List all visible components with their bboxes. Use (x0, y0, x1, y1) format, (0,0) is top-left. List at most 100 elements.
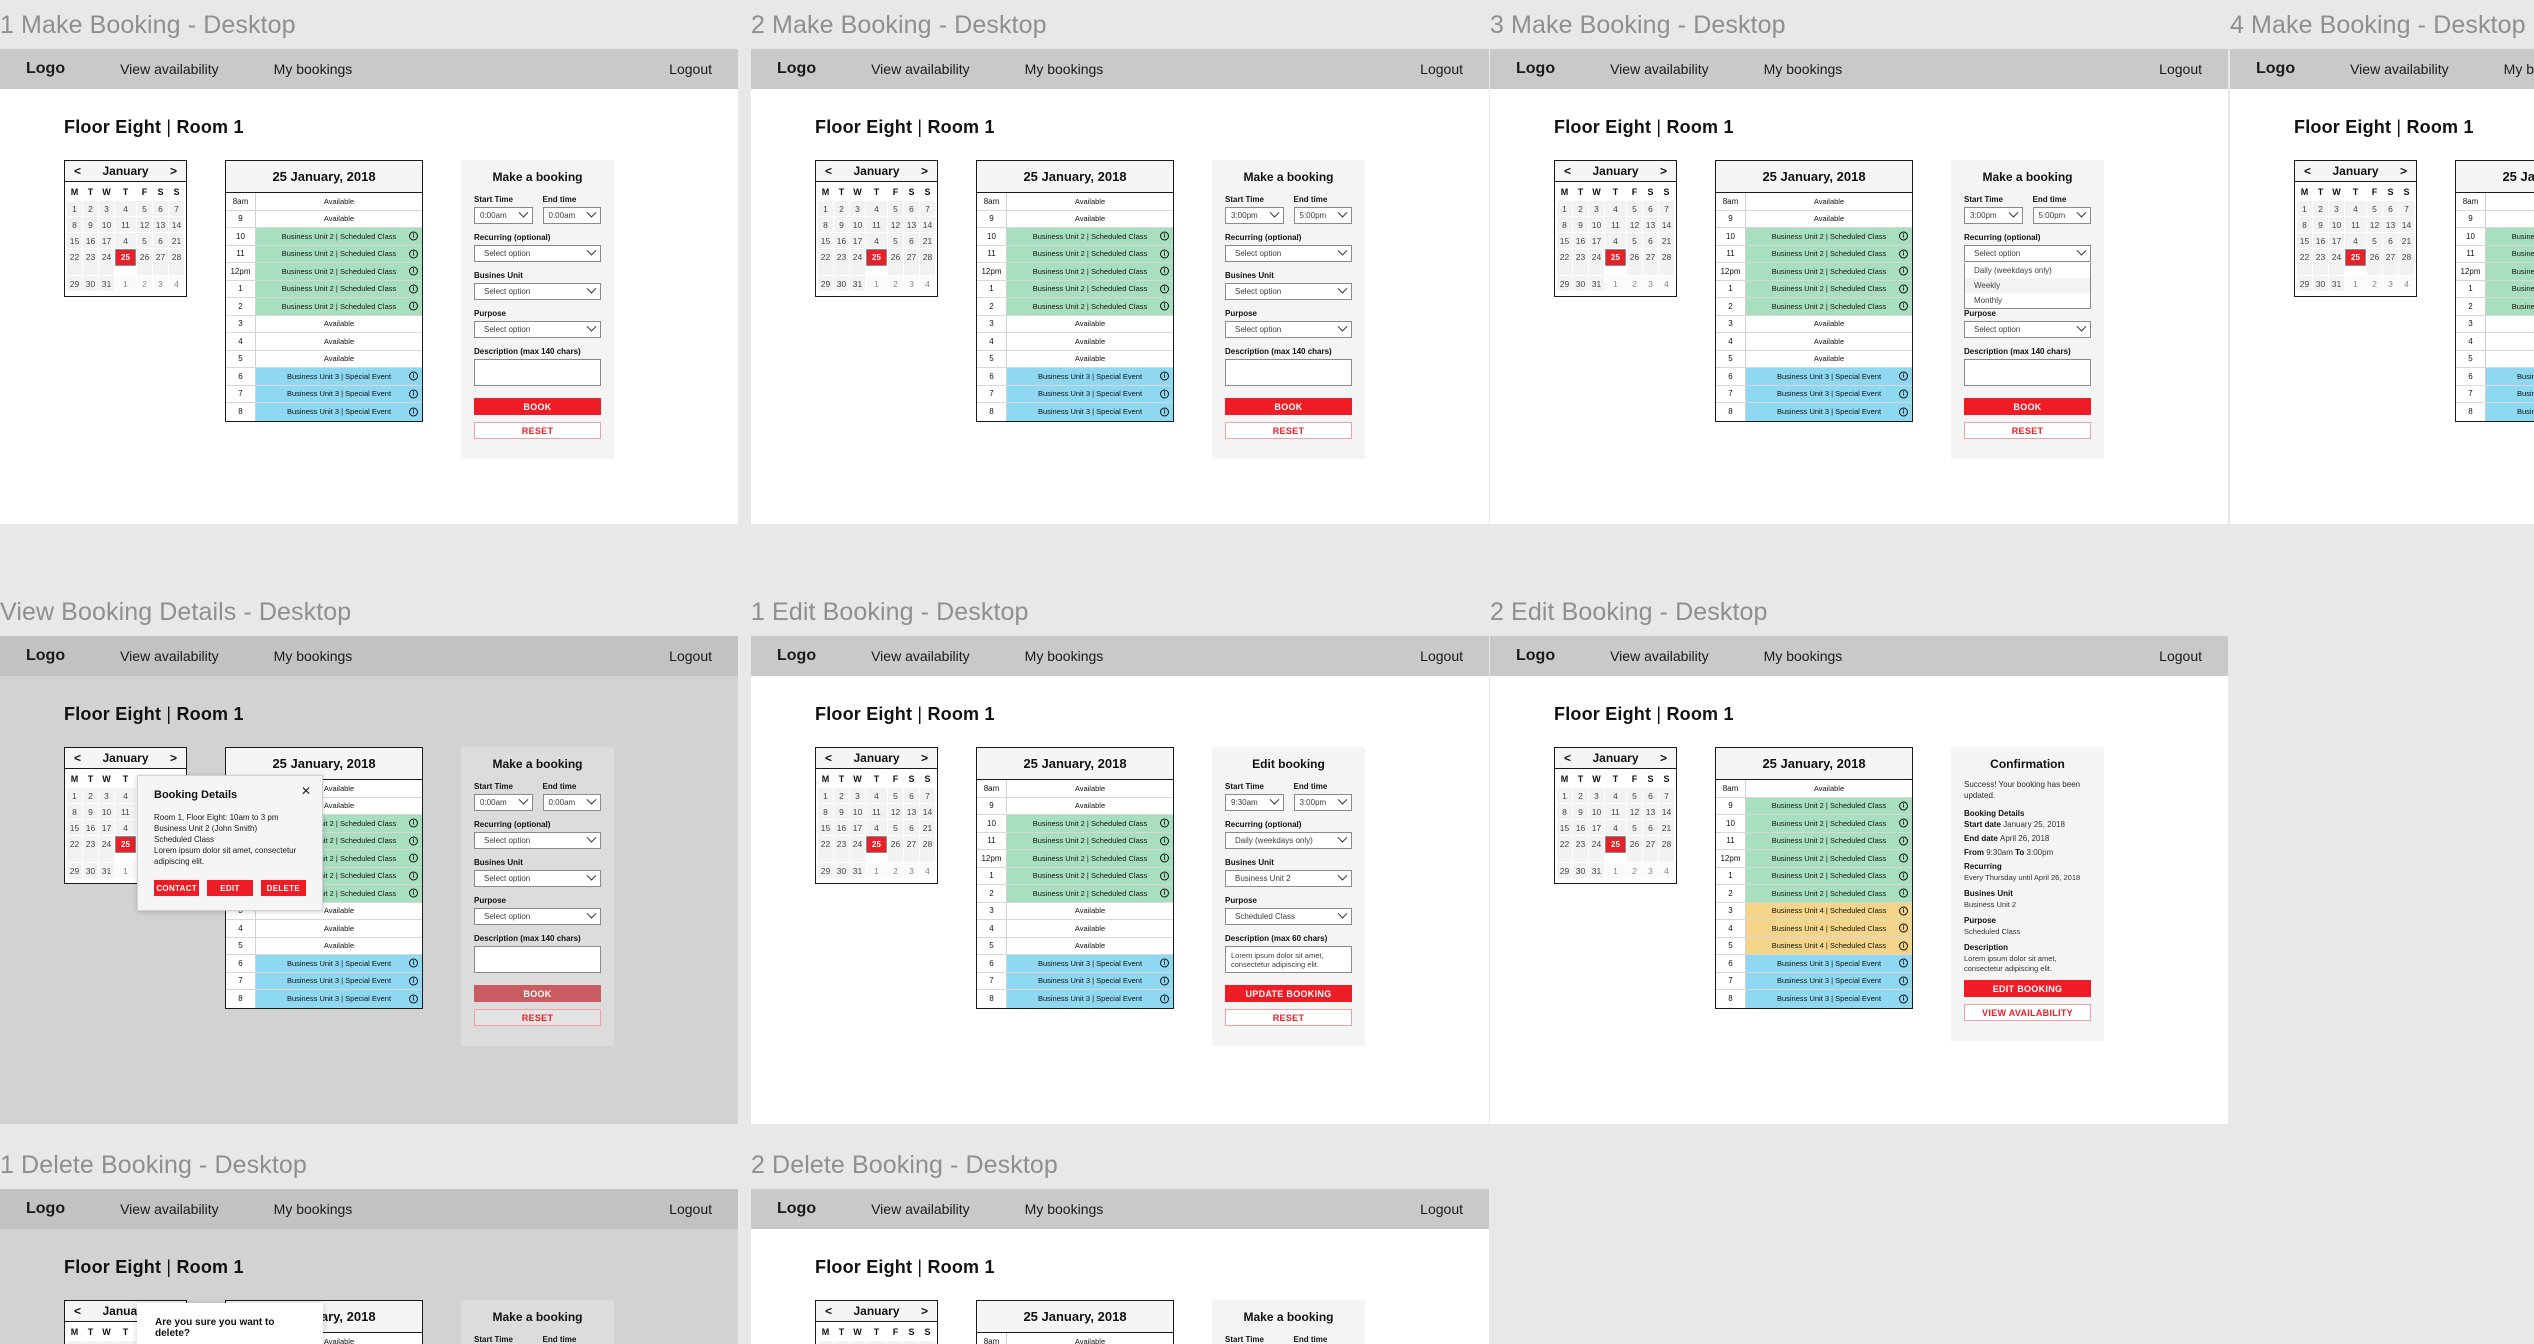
calendar-day[interactable]: 23 (83, 249, 99, 275)
logout-button[interactable]: Logout (669, 648, 712, 664)
calendar-day[interactable]: 15 (67, 233, 83, 248)
calendar-day[interactable]: 4 (919, 863, 935, 878)
business-unit-select[interactable]: Select option (474, 870, 601, 887)
nav-link-my-bookings[interactable]: My bookings (1025, 648, 1104, 664)
info-icon[interactable]: i (1899, 836, 1908, 846)
calendar-day[interactable]: 16 (1573, 233, 1589, 248)
calendar-day[interactable]: 5 (887, 233, 903, 248)
calendar-day[interactable]: 30 (834, 276, 850, 291)
calendar-next-icon[interactable]: > (1660, 751, 1667, 765)
nav-link-my-bookings[interactable]: My bookings (274, 61, 353, 77)
recurring-select[interactable]: Daily (weekdays only) (1225, 832, 1352, 849)
calendar-day[interactable]: 17 (99, 233, 115, 248)
calendar-prev-icon[interactable]: < (74, 751, 81, 765)
info-icon[interactable]: i (409, 371, 418, 381)
logout-button[interactable]: Logout (669, 61, 712, 77)
info-icon[interactable]: i (409, 871, 418, 881)
calendar-day[interactable]: 1 (2297, 201, 2313, 216)
calendar-day[interactable]: 6 (1642, 233, 1658, 248)
calendar-day[interactable]: 10 (2329, 217, 2345, 232)
calendar-day[interactable]: 22 (1557, 249, 1573, 275)
calendar-day[interactable]: 4 (168, 276, 184, 291)
calendar-day[interactable]: 29 (67, 276, 83, 291)
calendar-day[interactable]: 14 (2398, 217, 2414, 232)
slot-body[interactable]: Business Unit 2 | Scheduled Class i (256, 280, 422, 297)
calendar-day[interactable]: 1 (866, 276, 887, 291)
end-time-select[interactable]: 5:00pm (2032, 207, 2091, 224)
calendar-day[interactable]: 15 (1557, 233, 1573, 248)
calendar-day[interactable]: 6 (903, 820, 919, 835)
calendar-day[interactable]: 31 (850, 276, 866, 291)
calendar-day[interactable]: 16 (834, 820, 850, 835)
description-input[interactable] (474, 946, 601, 973)
calendar-day[interactable]: 14 (919, 217, 935, 232)
nav-link-view-availability[interactable]: View availability (120, 648, 219, 664)
calendar-day[interactable]: 13 (903, 217, 919, 232)
calendar-day[interactable]: 7 (919, 788, 935, 803)
calendar-day[interactable]: 13 (1642, 804, 1658, 819)
calendar-day[interactable]: 7 (168, 201, 184, 216)
recurring-select[interactable]: Select option (474, 832, 601, 849)
calendar-day[interactable]: 24 (99, 249, 115, 275)
calendar-day[interactable]: 22 (67, 836, 83, 862)
calendar-day[interactable]: 27 (1642, 836, 1658, 862)
calendar-day[interactable]: 12 (887, 804, 903, 819)
purpose-select[interactable]: Select option (1225, 321, 1352, 338)
calendar-day[interactable]: 6 (1642, 788, 1658, 803)
calendar-day[interactable]: 12 (136, 217, 152, 232)
calendar-day[interactable]: 3 (152, 276, 168, 291)
calendar-day[interactable]: 23 (1573, 249, 1589, 275)
slot-body[interactable]: Business Unit 3 | Special Event i (1007, 955, 1173, 972)
info-icon[interactable]: i (1899, 906, 1908, 916)
edit-button[interactable]: EDIT (207, 880, 253, 896)
info-icon[interactable]: i (1899, 853, 1908, 863)
info-icon[interactable]: i (1160, 871, 1169, 881)
slot-body[interactable]: Business Unit 4 | Scheduled Class i (1746, 902, 1912, 919)
calendar-day[interactable]: 8 (2297, 217, 2313, 232)
calendar-day[interactable]: 1 (866, 863, 887, 878)
calendar-day[interactable]: 26 (1626, 836, 1642, 862)
slot-body[interactable]: Business Unit 2 | Scheduled Class i (1746, 280, 1912, 297)
slot-body[interactable]: Business Unit 4 | Scheduled Class i (1746, 920, 1912, 937)
calendar-day[interactable]: 5 (1626, 201, 1642, 216)
reset-button[interactable]: RESET (1964, 422, 2091, 439)
slot-body[interactable]: Business Unit 2 | Scheduled Class i (1746, 815, 1912, 832)
calendar-day[interactable]: 29 (67, 863, 83, 878)
calendar-day[interactable]: 13 (152, 217, 168, 232)
info-icon[interactable]: i (1160, 994, 1169, 1004)
calendar-day[interactable]: 1 (1605, 863, 1626, 878)
calendar-day[interactable]: 23 (834, 249, 850, 275)
info-icon[interactable]: i (409, 266, 418, 276)
calendar-day[interactable]: 30 (1573, 276, 1589, 291)
calendar-day[interactable]: 13 (903, 804, 919, 819)
info-icon[interactable]: i (1899, 407, 1908, 417)
info-icon[interactable]: i (1899, 284, 1908, 294)
calendar-day[interactable]: 2 (1626, 276, 1642, 291)
slot-body[interactable]: Business Unit 2 | Scheduled Class i (1746, 228, 1912, 245)
slot-body[interactable]: Business Unit 2 | Scheduled Class i (1007, 832, 1173, 849)
calendar-day[interactable]: 17 (850, 233, 866, 248)
info-icon[interactable]: i (1160, 888, 1169, 898)
calendar-day[interactable]: 21 (2398, 233, 2414, 248)
calendar-day[interactable]: 4 (866, 820, 887, 835)
calendar-prev-icon[interactable]: < (2304, 164, 2311, 178)
calendar-day[interactable]: 21 (919, 820, 935, 835)
slot-body[interactable]: Business Unit 3 | Special Event i (256, 403, 422, 421)
calendar-day[interactable]: 6 (903, 233, 919, 248)
calendar-day[interactable]: 4 (1605, 788, 1626, 803)
calendar-day[interactable]: 9 (1573, 804, 1589, 819)
calendar-day[interactable]: 7 (1658, 201, 1674, 216)
slot-body[interactable]: Business Unit 3 | Special Event i (1007, 972, 1173, 989)
calendar-day[interactable]: 2 (83, 788, 99, 803)
calendar-day[interactable]: 3 (2329, 201, 2345, 216)
dropdown-option[interactable]: Weekly (1965, 278, 2090, 293)
contact-button[interactable]: CONTACT (154, 880, 200, 896)
calendar-day[interactable]: 23 (2313, 249, 2329, 275)
calendar-day[interactable]: 26 (136, 249, 152, 275)
calendar-day[interactable]: 10 (99, 217, 115, 232)
info-icon[interactable]: i (1899, 941, 1908, 951)
description-input[interactable] (1964, 359, 2091, 386)
calendar-day[interactable]: 24 (99, 836, 115, 862)
calendar-day[interactable]: 30 (83, 863, 99, 878)
calendar-day[interactable]: 29 (2297, 276, 2313, 291)
